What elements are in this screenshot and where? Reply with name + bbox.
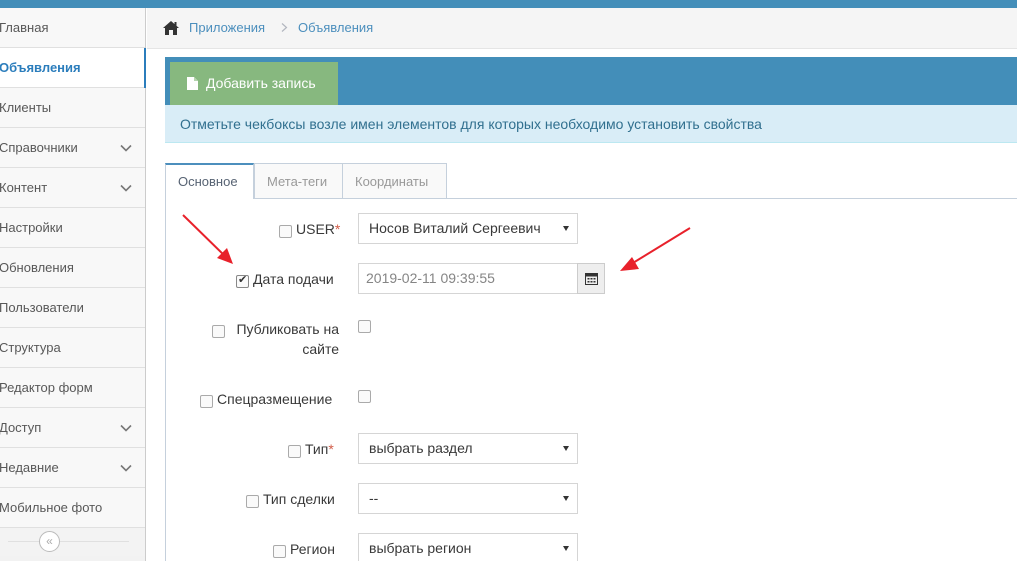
sidebar: Главная Объявления Клиенты Справочники К… [0,8,146,561]
sidebar-item-label: Контент [0,180,48,195]
add-record-label: Добавить запись [206,75,316,91]
sidebar-item-ads[interactable]: Объявления [0,48,146,88]
region-field-label: Регион [290,541,335,557]
sidebar-item-label: Недавние [0,460,59,475]
sidebar-item-recent[interactable]: Недавние [0,448,145,488]
type-select-value: выбрать раздел [369,440,473,456]
caret-down-icon [563,226,569,231]
deal-select-value: -- [369,490,379,506]
required-marker: * [328,441,334,457]
publish-field-label: Публиковать на сайте [236,321,339,357]
sidebar-item-clients[interactable]: Клиенты [0,88,145,128]
breadcrumb-link-ads[interactable]: Объявления [298,8,373,48]
caret-down-icon [563,546,569,551]
sidebar-item-updates[interactable]: Обновления [0,248,145,288]
region-select[interactable]: выбрать регион [358,533,578,561]
publish-field-checkbox[interactable] [212,325,225,338]
tab-meta-tags[interactable]: Мета-теги [254,163,343,198]
date-input[interactable]: 2019-02-11 09:39:55 [358,263,578,294]
region-select-value: выбрать регион [369,540,472,556]
tab-bar: Основное Мета-теги Координаты [165,163,1017,199]
special-field-checkbox[interactable] [200,395,213,408]
sidebar-item-mobile-photo[interactable]: Мобильное фото [0,488,145,528]
sidebar-item-structure[interactable]: Структура [0,328,145,368]
special-field-label: Спецразмещение [217,391,333,407]
type-field-label: Тип* [305,441,334,457]
breadcrumb-link-apps[interactable]: Приложения [189,8,265,48]
deal-field-label: Тип сделки [263,491,335,507]
sidebar-item-label: Справочники [0,140,78,155]
sidebar-item-label: Клиенты [0,100,52,115]
info-alert: Отметьте чекбоксы возле имен элементов д… [165,105,1017,143]
sidebar-item-label: Главная [0,20,49,35]
top-navbar [0,0,1017,8]
sidebar-item-access[interactable]: Доступ [0,408,145,448]
breadcrumb: Приложения Объявления [147,8,1017,49]
file-icon [187,77,198,90]
sidebar-item-users[interactable]: Пользователи [0,288,145,328]
chevron-down-icon [120,144,132,152]
sidebar-item-directories[interactable]: Справочники [0,128,145,168]
user-select[interactable]: Носов Виталий Сергеевич [358,213,578,244]
sidebar-item-form-editor[interactable]: Редактор форм [0,368,145,408]
sidebar-collapse-bar: « [0,528,145,556]
calendar-button[interactable] [577,263,605,294]
sidebar-item-label: Структура [0,340,61,355]
required-marker: * [334,221,341,237]
sidebar-item-label: Обновления [0,260,74,275]
type-field-checkbox[interactable] [288,445,301,458]
chevron-right-icon [281,23,288,32]
home-icon[interactable] [162,20,180,36]
user-field-checkbox[interactable] [279,225,292,238]
caret-down-icon [563,446,569,451]
region-field-checkbox[interactable] [273,545,286,558]
chevron-down-icon [120,184,132,192]
sidebar-item-label: Пользователи [0,300,84,315]
tab-main[interactable]: Основное [165,163,254,199]
date-field-label: Дата подачи [253,271,334,287]
user-select-value: Носов Виталий Сергеевич [369,220,541,236]
calendar-icon [585,273,598,285]
type-select[interactable]: выбрать раздел [358,433,578,464]
sidebar-item-label: Объявления [0,60,81,75]
sidebar-item-label: Мобильное фото [0,500,103,515]
date-field-checkbox[interactable] [236,273,249,288]
caret-down-icon [563,496,569,501]
add-record-button[interactable]: Добавить запись [170,62,338,105]
special-value-checkbox[interactable] [358,390,371,403]
publish-value-checkbox[interactable] [358,320,371,333]
tab-coordinates[interactable]: Координаты [342,163,447,198]
collapse-sidebar-button[interactable]: « [39,531,60,552]
breadcrumb-separator [281,8,288,48]
sidebar-item-home[interactable]: Главная [0,8,145,48]
sidebar-item-content[interactable]: Контент [0,168,145,208]
deal-field-checkbox[interactable] [246,495,259,508]
chevron-down-icon [120,424,132,432]
user-field-label: USER* [296,221,341,237]
chevron-down-icon [120,464,132,472]
sidebar-item-settings[interactable]: Настройки [0,208,145,248]
sidebar-item-label: Доступ [0,420,42,435]
sidebar-item-label: Настройки [0,220,63,235]
deal-select[interactable]: -- [358,483,578,514]
sidebar-item-label: Редактор форм [0,380,93,395]
page-toolbar: Добавить запись [165,57,1017,105]
